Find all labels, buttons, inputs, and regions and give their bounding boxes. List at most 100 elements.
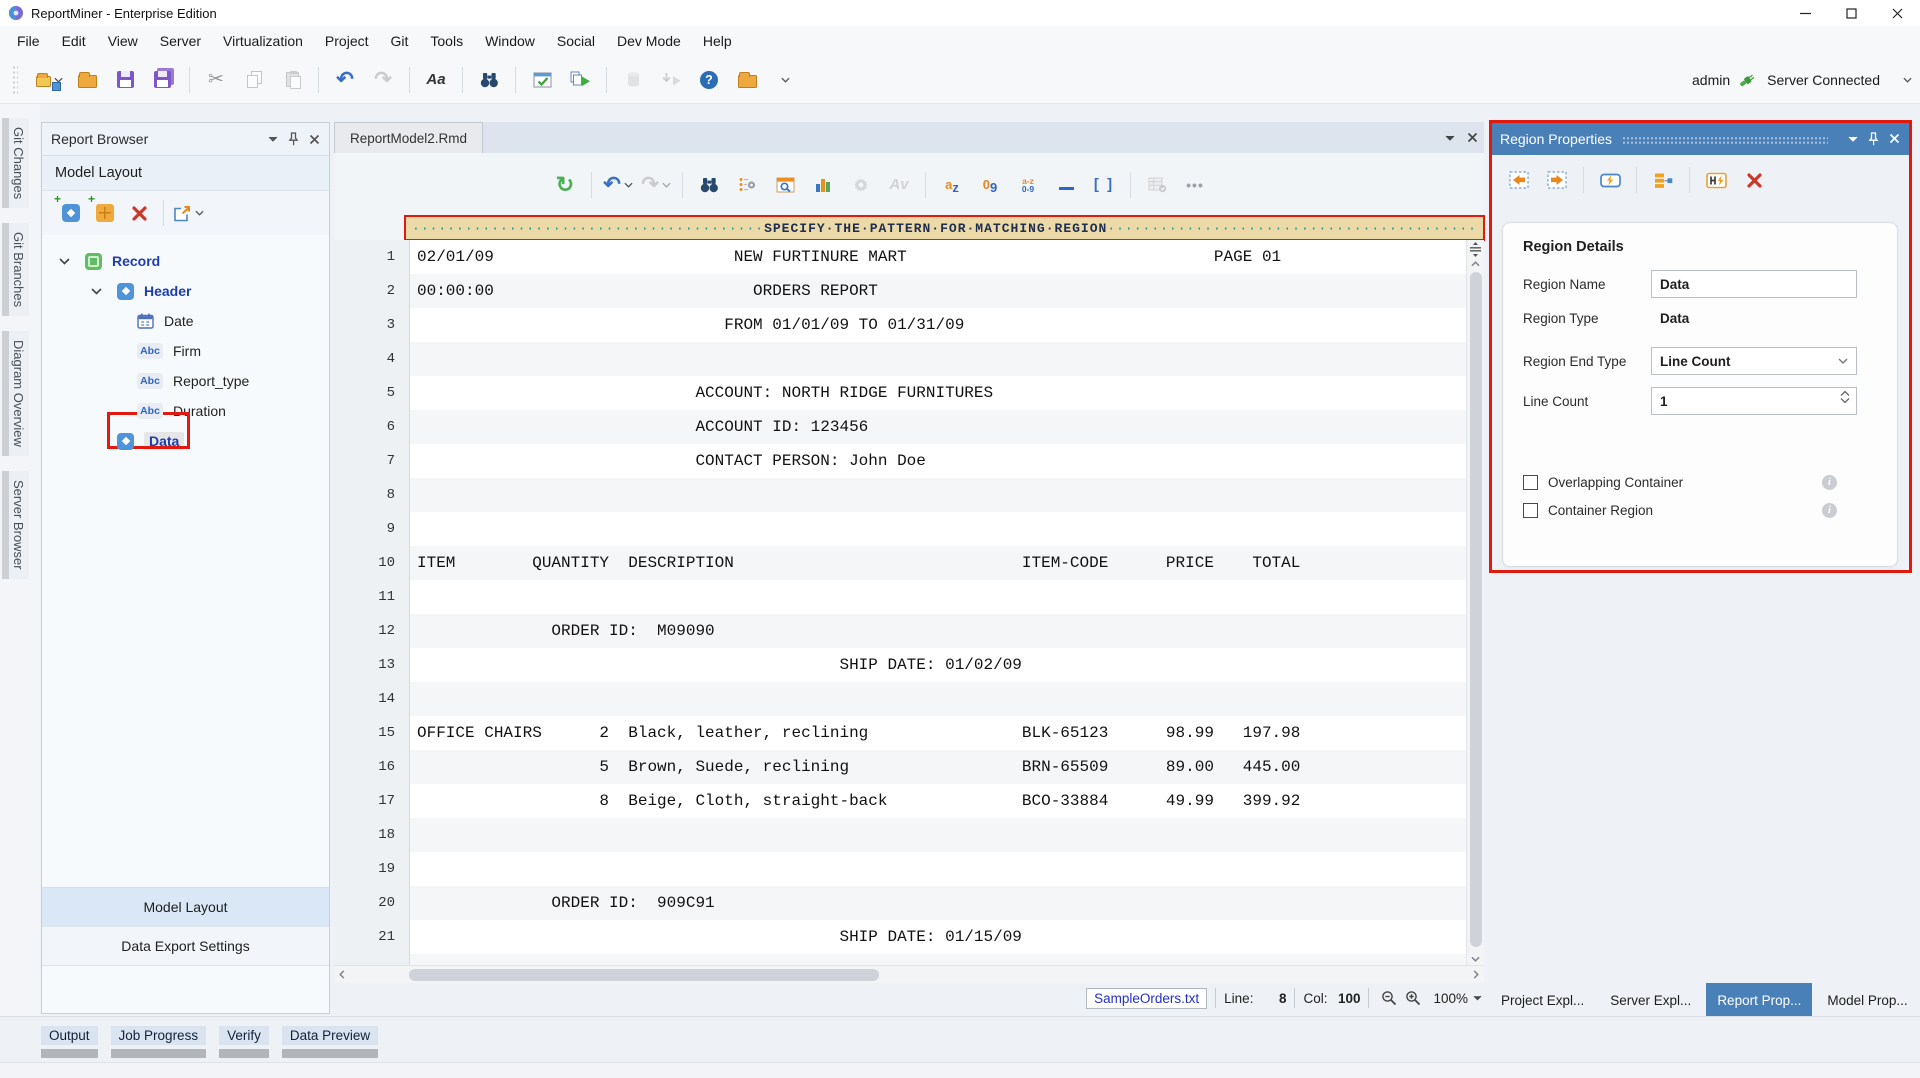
strip-tab-git-branches[interactable]: Git Branches	[2, 223, 29, 316]
minimize-button[interactable]	[1782, 0, 1828, 26]
menu-item-window[interactable]: Window	[474, 28, 546, 54]
maximize-button[interactable]	[1828, 0, 1874, 26]
region-name-input[interactable]	[1651, 270, 1857, 298]
zoom-in-icon[interactable]	[1405, 990, 1421, 1006]
cut-button[interactable]: ✂	[199, 63, 233, 97]
dropdown-caret-icon[interactable]	[195, 210, 204, 216]
menu-item-dev-mode[interactable]: Dev Mode	[606, 28, 692, 54]
tab-data-preview[interactable]: Data Preview	[282, 1026, 378, 1058]
export-model-button[interactable]	[173, 196, 203, 230]
menu-item-help[interactable]: Help	[692, 28, 743, 54]
view-button-data-export-settings[interactable]: Data Export Settings	[42, 927, 329, 966]
report-line-text[interactable]	[410, 580, 1466, 614]
vertical-scrollbar[interactable]	[1466, 240, 1484, 965]
report-line-text[interactable]: SHIP DATE: 01/02/09	[410, 648, 1466, 682]
report-line-text[interactable]: ACCOUNT: NORTH RIDGE FURNITURES	[410, 376, 1466, 410]
menu-item-social[interactable]: Social	[546, 28, 606, 54]
menu-item-virtualization[interactable]: Virtualization	[212, 28, 314, 54]
undo-button[interactable]: ↶	[328, 63, 362, 97]
recent-folder-button[interactable]	[730, 63, 764, 97]
checkbox-unchecked[interactable]	[1523, 503, 1538, 518]
menu-item-edit[interactable]: Edit	[51, 28, 97, 54]
toolbar-overflow-button[interactable]	[768, 63, 802, 97]
auto-create-fields-button[interactable]	[1699, 163, 1733, 197]
line-count-stepper[interactable]: 1	[1651, 387, 1857, 415]
search-document-button[interactable]	[768, 170, 802, 200]
report-line-text[interactable]: 00:00:00 ORDERS REPORT	[410, 274, 1466, 308]
info-icon[interactable]: i	[1822, 503, 1837, 518]
open-project-button[interactable]	[70, 63, 104, 97]
help-button[interactable]: ?	[692, 63, 726, 97]
menu-item-view[interactable]: View	[97, 28, 149, 54]
expand-caret-icon[interactable]	[59, 258, 71, 265]
menu-item-project[interactable]: Project	[314, 28, 380, 54]
strip-tab-git-changes[interactable]: Git Changes	[2, 118, 29, 208]
panel-menu-caret-icon[interactable]	[268, 136, 278, 142]
scroll-right-icon[interactable]	[1473, 970, 1479, 979]
pin-icon[interactable]	[1868, 132, 1879, 146]
statistics-chart-button[interactable]	[806, 170, 840, 200]
menu-item-server[interactable]: Server	[149, 28, 212, 54]
report-line-text[interactable]: ORDER ID: M09090	[410, 614, 1466, 648]
tree-item-data[interactable]: Data	[42, 426, 329, 456]
region-pattern-bar[interactable]: ········································…	[405, 216, 1484, 240]
report-line-text[interactable]: OFFICE CHAIRS 2 Black, leather, reclinin…	[410, 716, 1466, 750]
panel-close-icon[interactable]	[1889, 133, 1900, 144]
stepper-up-icon[interactable]	[1840, 390, 1850, 397]
expand-caret-icon[interactable]	[91, 288, 103, 295]
find-button[interactable]	[472, 63, 506, 97]
redo-button[interactable]: ↷	[366, 63, 400, 97]
redo-button[interactable]: ↷	[639, 170, 673, 200]
dropdown-caret-icon[interactable]	[624, 182, 633, 188]
stepper-down-icon[interactable]	[1840, 397, 1850, 404]
scroll-down-icon[interactable]	[1471, 956, 1480, 962]
menu-item-git[interactable]: Git	[380, 28, 420, 54]
strip-tab-diagram-overview[interactable]: Diagram Overview	[2, 331, 29, 456]
save-all-button[interactable]	[146, 63, 180, 97]
bracket-pattern-button[interactable]: [ ]	[1087, 170, 1121, 200]
strip-tab-server-browser[interactable]: Server Browser	[2, 471, 29, 579]
report-line-text[interactable]: CONTACT PERSON: John Doe	[410, 444, 1466, 478]
tree-item-header[interactable]: Header	[42, 276, 329, 306]
toolbar-options-caret-icon[interactable]	[1903, 77, 1912, 83]
report-line-text[interactable]: ACCOUNT ID: 123456	[410, 410, 1466, 444]
report-line-text[interactable]: SHIP DATE: 01/15/09	[410, 920, 1466, 954]
tab-report-prop[interactable]: Report Prop...	[1706, 983, 1812, 1017]
scroll-left-icon[interactable]	[339, 970, 345, 979]
font-case-button[interactable]: Aa	[419, 63, 453, 97]
paste-button[interactable]	[275, 63, 309, 97]
report-line-text[interactable]	[410, 478, 1466, 512]
undo-button[interactable]: ↶	[601, 170, 635, 200]
menu-item-tools[interactable]: Tools	[419, 28, 474, 54]
info-icon[interactable]: i	[1822, 475, 1837, 490]
preview-window-button[interactable]	[525, 63, 559, 97]
tab-output[interactable]: Output	[41, 1026, 98, 1058]
underscore-pattern-button[interactable]	[1049, 170, 1083, 200]
view-button-model-layout[interactable]: Model Layout	[42, 888, 329, 927]
report-line-text[interactable]	[410, 852, 1466, 886]
field-layout-button[interactable]	[1646, 163, 1680, 197]
tree-item-record[interactable]: Record	[42, 246, 329, 276]
report-line-text[interactable]: 5 Brown, Suede, reclining BRN-65509 89.0…	[410, 750, 1466, 784]
dropdown-caret-icon[interactable]	[662, 182, 671, 188]
zoom-out-icon[interactable]	[1381, 990, 1397, 1006]
tab-model-prop[interactable]: Model Prop...	[1816, 983, 1918, 1017]
region-end-type-select[interactable]: Line Count	[1651, 347, 1857, 375]
zoom-caret-icon[interactable]	[1473, 995, 1482, 1001]
add-region-button[interactable]: +	[56, 196, 86, 230]
save-button[interactable]	[108, 63, 142, 97]
auto-parse-button[interactable]	[844, 170, 878, 200]
next-region-button[interactable]	[1540, 163, 1574, 197]
refresh-button[interactable]: ↻	[548, 170, 582, 200]
more-options-button[interactable]: •••	[1178, 170, 1212, 200]
pin-icon[interactable]	[288, 132, 299, 146]
font-style-button[interactable]: Av	[882, 170, 916, 200]
delete-region-button[interactable]	[1737, 163, 1771, 197]
report-line-text[interactable]	[410, 954, 1466, 965]
menu-item-file[interactable]: File	[6, 28, 51, 54]
scroll-up-icon[interactable]	[1471, 261, 1480, 267]
tree-item-report_type[interactable]: AbcReport_type	[42, 366, 329, 396]
copy-button[interactable]	[237, 63, 271, 97]
tree-item-date[interactable]: Date	[42, 306, 329, 336]
report-line-text[interactable]: 8 Beige, Cloth, straight-back BCO-33884 …	[410, 784, 1466, 818]
